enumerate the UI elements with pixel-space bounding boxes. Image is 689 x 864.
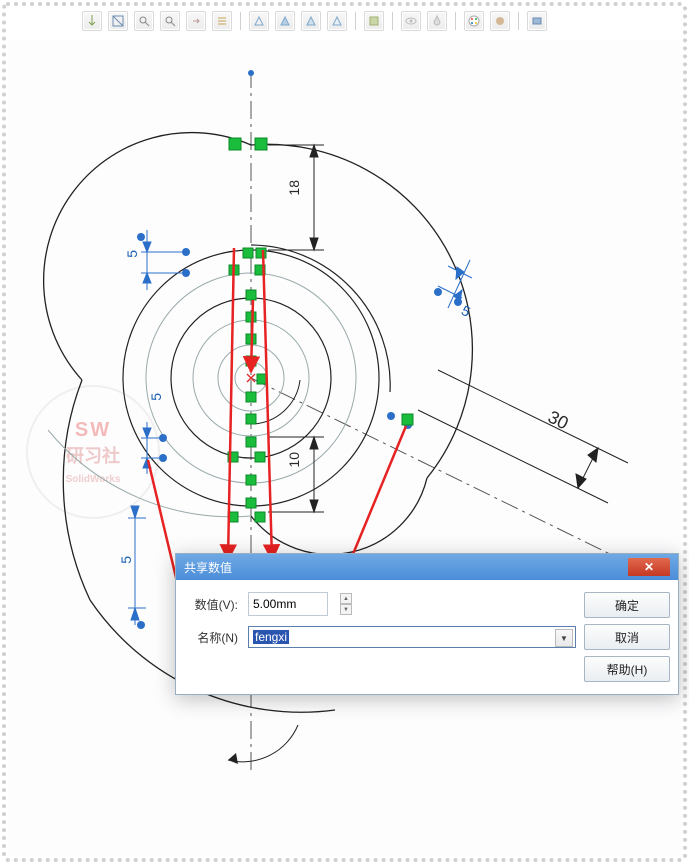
dialog-form: 数值(V): 5.00mm ▲▼ 名称(N) fengxi ▼ <box>190 592 576 682</box>
name-value: fengxi <box>253 630 289 644</box>
close-icon[interactable]: ✕ <box>628 558 670 576</box>
tool-display4-icon[interactable] <box>327 11 347 31</box>
tool-render-icon[interactable] <box>527 11 547 31</box>
dim-5a[interactable]: 5 <box>124 250 140 258</box>
value-spinner[interactable]: ▲▼ <box>340 593 352 615</box>
ok-button[interactable]: 确定 <box>584 592 670 618</box>
tool-shaded-icon[interactable] <box>364 11 384 31</box>
spin-down-icon[interactable]: ▼ <box>340 604 352 615</box>
selection-handles <box>228 138 267 522</box>
toolbar-separator <box>518 12 519 30</box>
tool-section-icon[interactable] <box>108 11 128 31</box>
tool-display1-icon[interactable] <box>249 11 269 31</box>
tool-display2-icon[interactable] <box>275 11 295 31</box>
name-label: 名称(N) <box>190 629 238 646</box>
tool-appearance-icon[interactable] <box>490 11 510 31</box>
tool-pan-icon[interactable] <box>186 11 206 31</box>
help-button[interactable]: 帮助(H) <box>584 656 670 682</box>
name-combobox[interactable]: fengxi ▼ <box>248 626 576 648</box>
sketch-svg <box>8 40 681 860</box>
tool-view-icon[interactable] <box>82 11 102 31</box>
tool-eye-icon[interactable] <box>401 11 421 31</box>
toolbar-separator <box>355 12 356 30</box>
chevron-down-icon[interactable]: ▼ <box>555 629 573 647</box>
toolbar-separator <box>392 12 393 30</box>
value-label: 数值(V): <box>190 596 238 613</box>
dim-5b[interactable]: 5 <box>148 393 164 401</box>
shared-value-dialog: 共享数值 ✕ 数值(V): 5.00mm ▲▼ 名称(N) fengxi ▼ 确… <box>175 553 679 695</box>
tool-zoom-area-icon[interactable] <box>160 11 180 31</box>
tool-drop-icon[interactable] <box>427 11 447 31</box>
sketch-canvas[interactable]: SW 研习社 SolidWorks <box>8 40 681 856</box>
value-text: 5.00mm <box>253 597 296 611</box>
tool-palette-icon[interactable] <box>464 11 484 31</box>
tool-zoom-all-icon[interactable] <box>134 11 154 31</box>
dialog-title: 共享数值 <box>184 559 232 576</box>
cancel-button[interactable]: 取消 <box>584 624 670 650</box>
toolbar <box>82 11 547 31</box>
tool-display3-icon[interactable] <box>301 11 321 31</box>
dim-5c[interactable]: 5 <box>118 556 134 564</box>
dialog-buttons: 确定 取消 帮助(H) <box>584 592 670 682</box>
spin-up-icon[interactable]: ▲ <box>340 593 352 604</box>
dialog-body: 数值(V): 5.00mm ▲▼ 名称(N) fengxi ▼ 确定 取消 帮助… <box>176 580 678 694</box>
dim-10[interactable]: 10 <box>286 452 302 468</box>
dim-18[interactable]: 18 <box>286 180 302 196</box>
dialog-titlebar[interactable]: 共享数值 ✕ <box>176 554 678 580</box>
value-input[interactable]: 5.00mm <box>248 592 328 616</box>
tool-list-icon[interactable] <box>212 11 232 31</box>
toolbar-separator <box>455 12 456 30</box>
toolbar-separator <box>240 12 241 30</box>
